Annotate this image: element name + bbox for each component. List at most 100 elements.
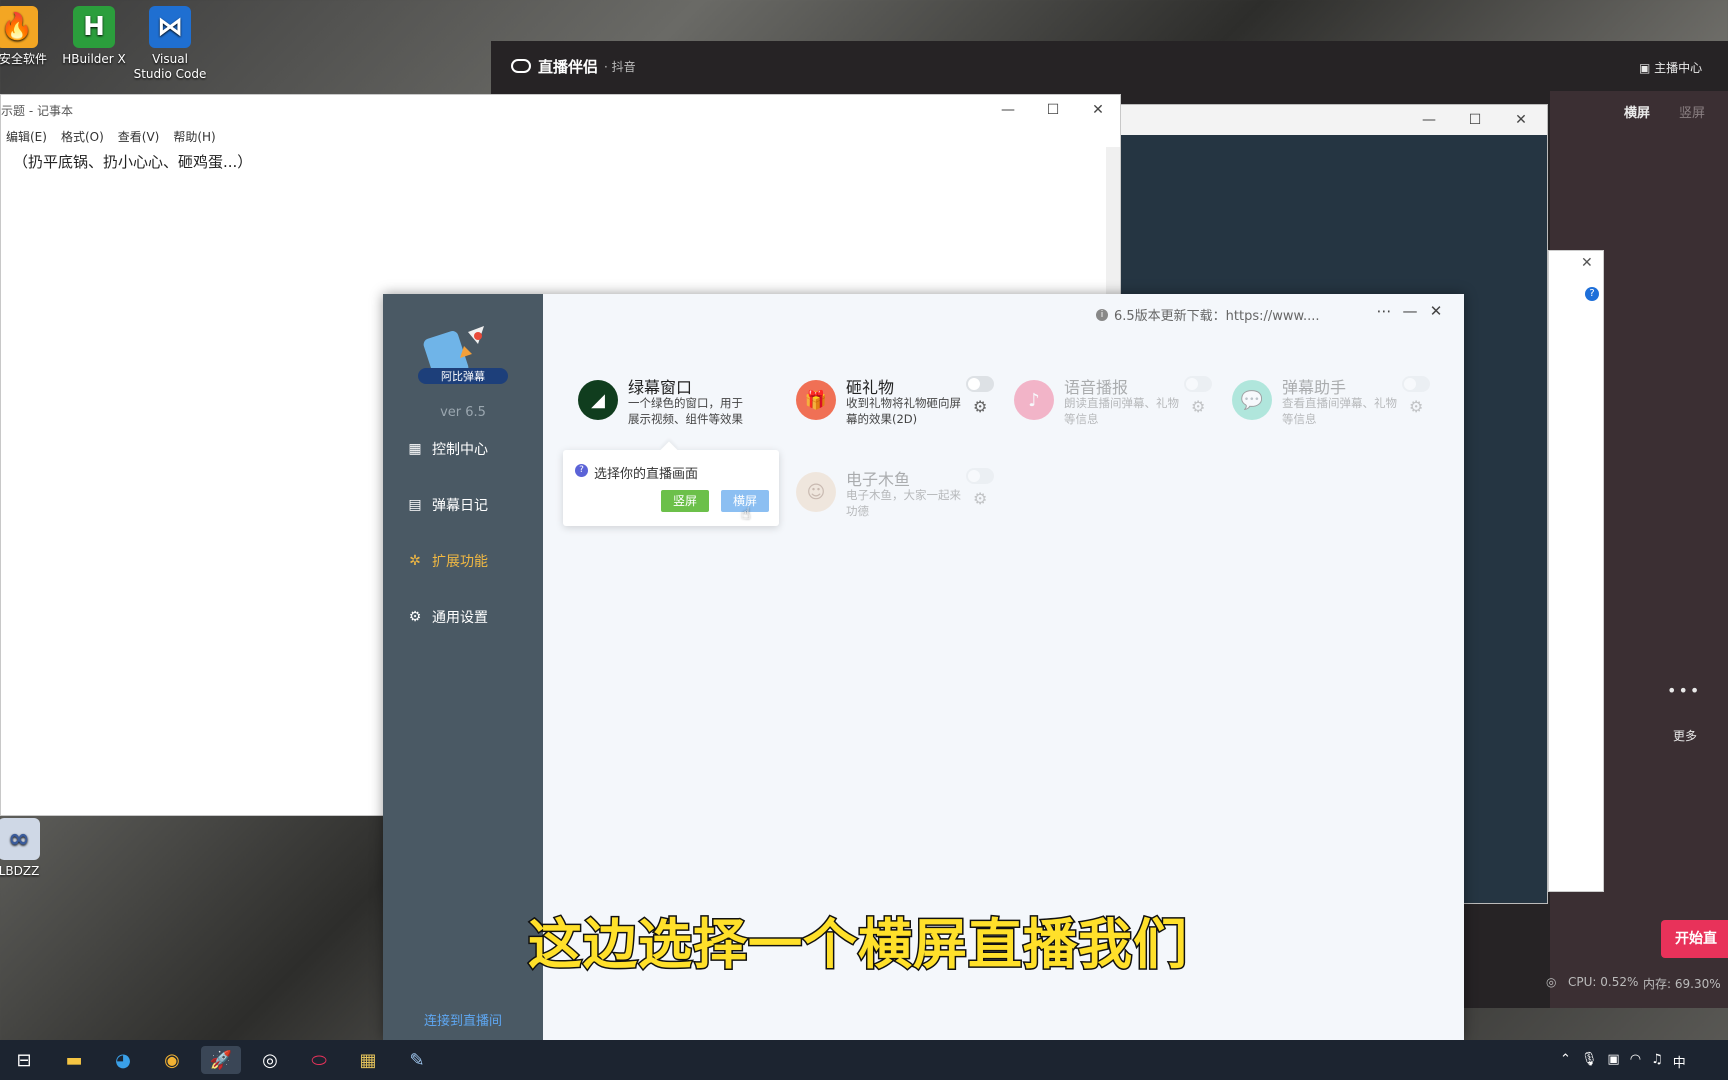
wifi-icon[interactable]: ◠ [1630,1052,1641,1071]
tab-landscape[interactable]: 横屏 [1624,102,1650,121]
file-explorer-icon[interactable]: ▬ [54,1046,94,1074]
gear-icon: ⚙ [408,609,422,625]
task-view-icon[interactable]: ⊟ [4,1046,44,1074]
system-tray: ⌃ 🎙 ▣ ◠ ♫ 中 [1560,1052,1686,1071]
minimize-button[interactable]: — [986,95,1030,125]
card-wooden-fish[interactable]: ☺ 电子木鱼 电子木鱼，大家一起来功德 ⚙ [796,466,1001,536]
chrome-icon[interactable]: ◉ [152,1046,192,1074]
display-icon[interactable]: ▣ [1607,1052,1619,1071]
gear-icon[interactable]: ⚙ [973,489,987,508]
close-button[interactable]: ✕ [1076,95,1120,125]
card-desc: 查看直播间弹幕、礼物等信息 [1282,396,1397,426]
notepad-icon[interactable]: ✎ [397,1046,437,1074]
nav-general-settings[interactable]: ⚙ 通用设置 [407,603,527,631]
windows-taskbar: ⊟ ▬ ◕ ◉ 🚀 ◎ ⬭ ▦ ✎ ⌃ 🎙 ▣ ◠ ♫ 中 [0,1040,1728,1080]
card-danmu-helper[interactable]: 💬 弹幕助手 查看直播间弹幕、礼物等信息 ⚙ [1232,374,1437,444]
card-toggle[interactable] [1402,376,1430,392]
card-desc: 电子木鱼，大家一起来功德 [846,488,961,518]
popover-message: 选择你的直播画面 [594,467,699,482]
edge-icon[interactable]: ◕ [103,1046,143,1074]
douyin-titlebar: 直播伴侣 · 抖音 [491,41,1728,91]
minimize-button[interactable]: — [1399,302,1421,320]
douyin-companion-icon[interactable]: ⬭ [299,1046,339,1074]
desktop-icon-vscode[interactable]: ⋈ Visual Studio Code [133,6,207,82]
more-icon[interactable]: ••• [1667,681,1701,700]
notepad-content: （扔平底锅、扔小心心、砸鸡蛋...） [13,153,253,171]
desktop-icon-label: Visual Studio Code [133,52,207,81]
card-toggle[interactable] [1184,376,1212,392]
grid-icon: ▦ [408,441,422,457]
ime-icon[interactable]: 中 [1673,1052,1686,1071]
chat-bubble-icon: 💬 [1232,380,1272,420]
file-icon: ∞ [0,818,40,860]
nav-control-center[interactable]: ▦ 控制中心 [407,435,527,463]
app-version: ver 6.5 [440,405,486,420]
video-subtitle: 这边选择一个横屏直播我们 [527,912,1189,978]
anchor-center-label: 主播中心 [1654,61,1703,75]
tab-portrait[interactable]: 竖屏 [1679,102,1705,121]
image-viewer-icon[interactable]: ▦ [348,1046,388,1074]
cpu-usage: CPU: 0.52% [1568,975,1639,989]
menu-view[interactable]: 查看(V) [118,128,160,145]
extension-icon: ✲ [409,553,421,569]
more-label: 更多 [1673,729,1698,743]
rocket-app-icon[interactable]: 🚀 [201,1046,241,1074]
desktop-icon-label: LBDZZ [0,864,40,878]
anchor-center-link[interactable]: ▣ 主播中心 [1639,59,1702,76]
card-voice-broadcast[interactable]: ♪ 语音播报 朗读直播间弹幕、礼物等信息 ⚙ [1014,374,1219,444]
close-icon[interactable]: ✕ [1581,255,1593,271]
memory-usage: 内存: 69.30% [1643,977,1721,991]
green-screen-icon: ◢ [578,380,618,420]
nav-danmu-diary[interactable]: ▤ 弹幕日记 [407,491,527,519]
connect-live-room-link[interactable]: 连接到直播间 [383,1010,543,1029]
screen-orientation-popover: ? 选择你的直播画面 竖屏 横屏 ☝ [563,450,779,526]
notepad-titlebar: 示题 - 记事本 — ☐ ✕ [1,95,1120,125]
nav-extensions[interactable]: ✲ 扩展功能 [407,547,527,575]
obs-icon[interactable]: ◎ [250,1046,290,1074]
nav-label: 控制中心 [432,442,488,458]
desktop-icon-lbdzz[interactable]: ∞ LBDZZ [0,818,56,879]
card-desc: 收到礼物将礼物砸向屏幕的效果(2D) [846,396,961,426]
side-popup: ✕ ? [1548,250,1604,892]
notepad-menubar: 编辑(E) 格式(O) 查看(V) 帮助(H) [1,125,1120,147]
cpu-icon: ◎ [1546,975,1557,989]
menu-edit[interactable]: 编辑(E) [6,128,47,145]
minimize-button[interactable]: — [1407,105,1451,135]
question-icon: ? [575,464,588,477]
card-throw-gift[interactable]: 🎁 砸礼物 收到礼物将礼物砸向屏幕的效果(2D) ⚙ [796,374,1001,444]
update-notice[interactable]: i 6.5版本更新下载：https://www.... [1096,305,1320,324]
fire-icon: 🔥 [0,6,38,48]
rocket-logo-icon: 阿比弹幕 [418,326,508,384]
gear-icon[interactable]: ⚙ [973,397,987,416]
portrait-button[interactable]: 竖屏 [661,490,709,512]
menu-help[interactable]: 帮助(H) [173,128,215,145]
microphone-icon[interactable]: 🎙 [1581,1052,1598,1071]
gear-icon[interactable]: ⚙ [1191,397,1205,416]
menu-format[interactable]: 格式(O) [61,128,104,145]
card-desc: 朗读直播间弹幕、礼物等信息 [1064,396,1179,426]
start-live-button[interactable]: 开始直 [1661,920,1728,958]
desktop-icon-label: HBuilder X [62,52,126,66]
hbuilder-icon: H [73,6,115,48]
douyin-brand: 直播伴侣 [538,57,599,76]
desktop-icon-hbuilder[interactable]: H HBuilder X [57,6,131,67]
help-icon[interactable]: ? [1585,287,1599,301]
chevron-up-icon[interactable]: ⌃ [1560,1052,1571,1071]
gear-icon[interactable]: ⚙ [1409,397,1423,416]
app-sidebar: 阿比弹幕 ver 6.5 ▦ 控制中心 ▤ 弹幕日记 ✲ 扩展功能 ⚙ 通用设置… [383,294,543,1040]
douyin-logo-icon [511,59,531,73]
desktop-icon-security[interactable]: 🔥 拢安全软件 [0,6,54,67]
secondary-window-titlebar: — ☐ ✕ [1047,105,1547,135]
card-toggle[interactable] [966,376,994,392]
close-button[interactable]: ✕ [1499,105,1543,135]
maximize-button[interactable]: ☐ [1031,95,1075,125]
update-notice-text: 6.5版本更新下载：https://www.... [1114,309,1320,324]
nav-label: 扩展功能 [432,554,488,570]
maximize-button[interactable]: ☐ [1453,105,1497,135]
notepad-title: 示题 - 记事本 [1,103,73,118]
close-button[interactable]: ✕ [1425,302,1447,320]
volume-icon[interactable]: ♫ [1651,1052,1663,1071]
more-menu-button[interactable]: ⋯ [1373,302,1395,320]
card-green-screen[interactable]: ◢ 绿幕窗口 一个绿色的窗口，用于展示视频、组件等效果 [578,374,783,444]
card-toggle[interactable] [966,468,994,484]
